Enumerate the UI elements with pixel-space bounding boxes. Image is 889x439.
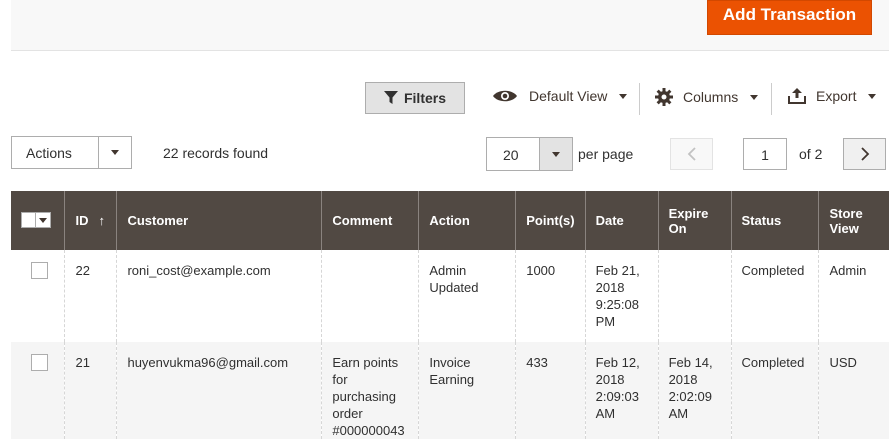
cell-date: Feb 12, 2018 2:09:03 AM [584,342,659,439]
cell-date: Feb 21, 2018 9:25:08 PM [584,250,659,342]
column-header-status[interactable]: Status [730,191,819,250]
default-view-dropdown[interactable]: Default View [493,88,628,104]
select-all-header[interactable] [11,191,65,250]
cell-id: 21 [64,342,117,439]
upload-icon [788,88,806,104]
cell-customer: roni_cost@example.com [116,250,322,342]
chevron-right-icon [860,147,869,161]
cell-store-view: USD [818,342,889,439]
cell-expire-on: Feb 14, 2018 2:02:09 AM [657,342,732,439]
cell-points: 1000 [515,250,586,342]
cell-comment: Earn points for purchasing order #000000… [321,342,419,439]
export-label: Export [816,88,857,104]
records-count: 22 records found [163,145,269,161]
per-page-value: 20 [503,147,519,163]
total-pages: of 2 [799,146,823,162]
per-page-label: per page [578,146,634,162]
toolbar-divider [771,83,772,115]
default-view-label: Default View [529,88,608,104]
column-header-date[interactable]: Date [584,191,659,250]
table-row[interactable]: 22 roni_cost@example.com Admin Updated 1… [11,250,889,342]
cell-action: Admin Updated [418,250,516,342]
column-header-expire-on[interactable]: Expire On [657,191,732,250]
transactions-table: ID ↑ Customer Comment Action Point(s) Dat… [11,191,889,439]
cell-status: Completed [730,342,819,439]
table-row[interactable]: 21 huyenvukma96@gmail.com Earn points fo… [11,342,889,439]
column-header-comment[interactable]: Comment [321,191,419,250]
filters-button[interactable]: Filters [365,82,465,114]
export-dropdown[interactable]: Export [788,88,877,104]
column-header-points[interactable]: Point(s) [515,191,586,250]
cell-id: 22 [64,250,117,342]
add-transaction-button[interactable]: Add Transaction [707,0,872,35]
cell-customer: huyenvukma96@gmail.com [116,342,322,439]
column-header-id[interactable]: ID ↑ [64,191,117,250]
row-checkbox[interactable] [31,354,48,371]
chevron-down-icon [539,138,572,170]
chevron-down-icon [868,93,877,99]
chevron-left-icon [687,147,696,161]
toolbar-divider [639,83,640,115]
chevron-down-icon [619,93,628,99]
per-page-select[interactable]: 20 [486,137,573,171]
gear-icon [655,88,673,106]
columns-label: Columns [683,89,739,105]
eye-icon [493,90,517,102]
cell-points: 433 [515,342,586,439]
cell-store-view: Admin [818,250,889,342]
chevron-down-icon [98,137,131,168]
cell-comment [321,250,419,342]
mass-actions-dropdown[interactable]: Actions [11,136,132,169]
chevron-down-icon [750,94,759,100]
column-header-action[interactable]: Action [418,191,516,250]
row-checkbox[interactable] [31,262,48,279]
mass-select-checkbox[interactable] [21,212,51,228]
page-number-input[interactable]: 1 [743,138,787,170]
funnel-icon [383,91,398,104]
previous-page-button[interactable] [670,138,713,170]
columns-dropdown[interactable]: Columns [655,88,759,106]
column-header-store-view[interactable]: Store View [818,191,889,250]
column-header-customer[interactable]: Customer [116,191,322,250]
mass-actions-label: Actions [26,145,72,161]
cell-action: Invoice Earning [418,342,516,439]
sort-arrow-icon: ↑ [98,213,105,228]
next-page-button[interactable] [843,138,886,170]
cell-status: Completed [730,250,819,342]
cell-expire-on [657,250,732,342]
filters-label: Filters [403,90,446,106]
